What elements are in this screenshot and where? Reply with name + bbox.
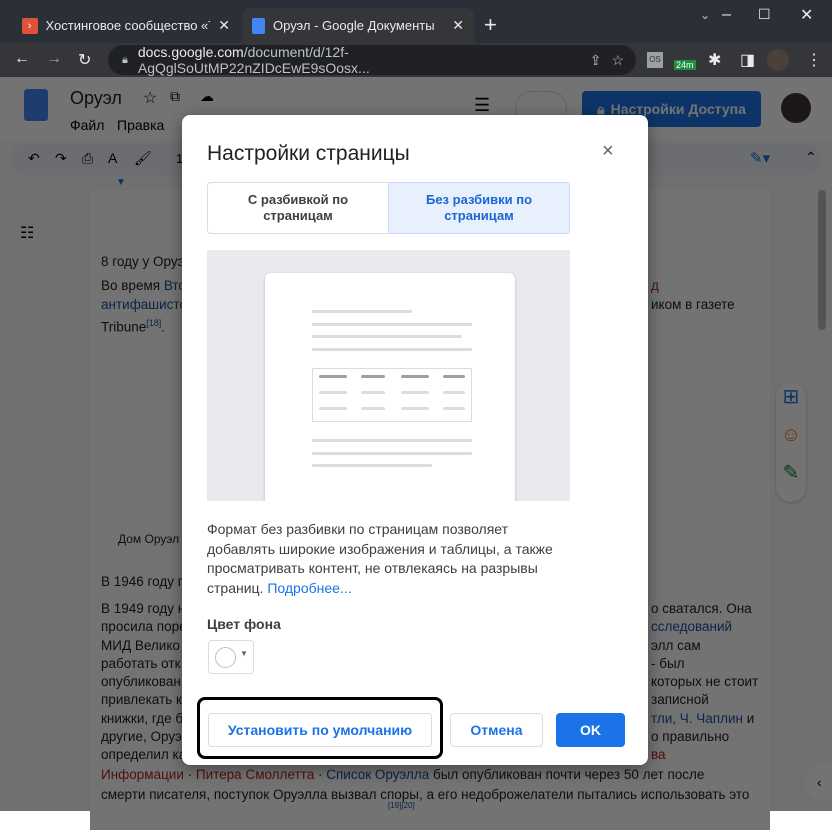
doc-line: смерти писателя, поступок Оруэлла вызвал… [101,787,750,802]
color-swatch [215,647,236,668]
scrollbar[interactable] [818,190,826,330]
account-avatar[interactable] [781,93,811,123]
spellcheck-icon[interactable]: A [108,150,117,166]
doc-line: 8 году у Оруэ [101,254,185,269]
option-pageless[interactable]: Без разбивки по страницам [388,182,570,234]
move-folder-icon[interactable]: ⧉ [170,88,180,105]
cancel-button[interactable]: Отмена [450,713,543,747]
doc-footnote[interactable]: [19][20] [388,801,415,810]
doc-link[interactable]: антифашисто [101,297,187,312]
pageless-preview-illustration [207,250,570,501]
preview-table [312,368,472,422]
paint-format-icon[interactable]: 🖌︎ [134,150,152,167]
ok-button[interactable]: OK [556,713,625,747]
bg-color-picker[interactable]: ▼ [208,640,254,674]
pageless-description: Формат без разбивки по страницам позволя… [207,521,553,596]
doc-line: иком в газете [651,297,735,312]
doc-paragraph-right: о сватался. Она сследований элл сам - бы… [651,601,759,763]
set-default-button[interactable]: Установить по умолчанию [208,713,432,747]
docs-logo-icon[interactable] [24,89,48,121]
print-icon[interactable]: ⎙ [82,150,93,167]
doc-line: д [651,278,659,293]
menu-file[interactable]: Файл [70,117,104,133]
ruler-indent-marker[interactable]: ▼ [116,177,126,188]
expand-side-panel-button[interactable]: ‹ [805,762,832,802]
redo-icon[interactable]: ↷ [55,150,67,167]
doc-line: Во время Вто [101,278,186,293]
preview-page [265,273,515,501]
star-icon[interactable]: ☆ [143,88,157,108]
undo-icon[interactable]: ↶ [28,150,40,167]
comments-icon[interactable]: ☰ [474,95,490,116]
dialog-title: Настройки страницы [207,142,410,165]
outline-icon[interactable]: ☷ [20,223,34,243]
side-actions: ⊞ ☺ ✎ [776,382,806,502]
dropdown-arrow-icon: ▼ [240,649,248,658]
suggest-edits-icon[interactable]: ✎ [778,460,804,486]
editing-mode-icon[interactable]: ✎▾ [750,149,770,167]
doc-paragraph: В 1949 году н просила поре МИД Велико работ… [101,601,187,763]
menu-edit[interactable]: Правка [117,117,164,133]
image-caption: Дом Оруэл [118,532,180,546]
doc-line: Информации · Питера Смоллетта · Список О… [101,767,705,782]
doc-line: Tribune[18]. [101,318,166,335]
emoji-reaction-icon[interactable]: ☺ [778,422,804,448]
doc-line: В 1946 году п [101,574,186,589]
bg-color-label: Цвет фона [207,616,281,632]
doc-title[interactable]: Оруэл [70,88,122,109]
collapse-menus-icon[interactable]: ⌃ [805,149,817,166]
learn-more-link[interactable]: Подробнее... [267,580,351,596]
close-icon[interactable]: × [602,140,614,163]
page-setup-dialog: Настройки страницы × С разбивкой по стра… [182,115,648,765]
add-comment-icon[interactable]: ⊞ [778,384,804,410]
option-paged[interactable]: С разбивкой по страницам [207,182,389,234]
cloud-status-icon[interactable]: ☁ [200,88,214,105]
